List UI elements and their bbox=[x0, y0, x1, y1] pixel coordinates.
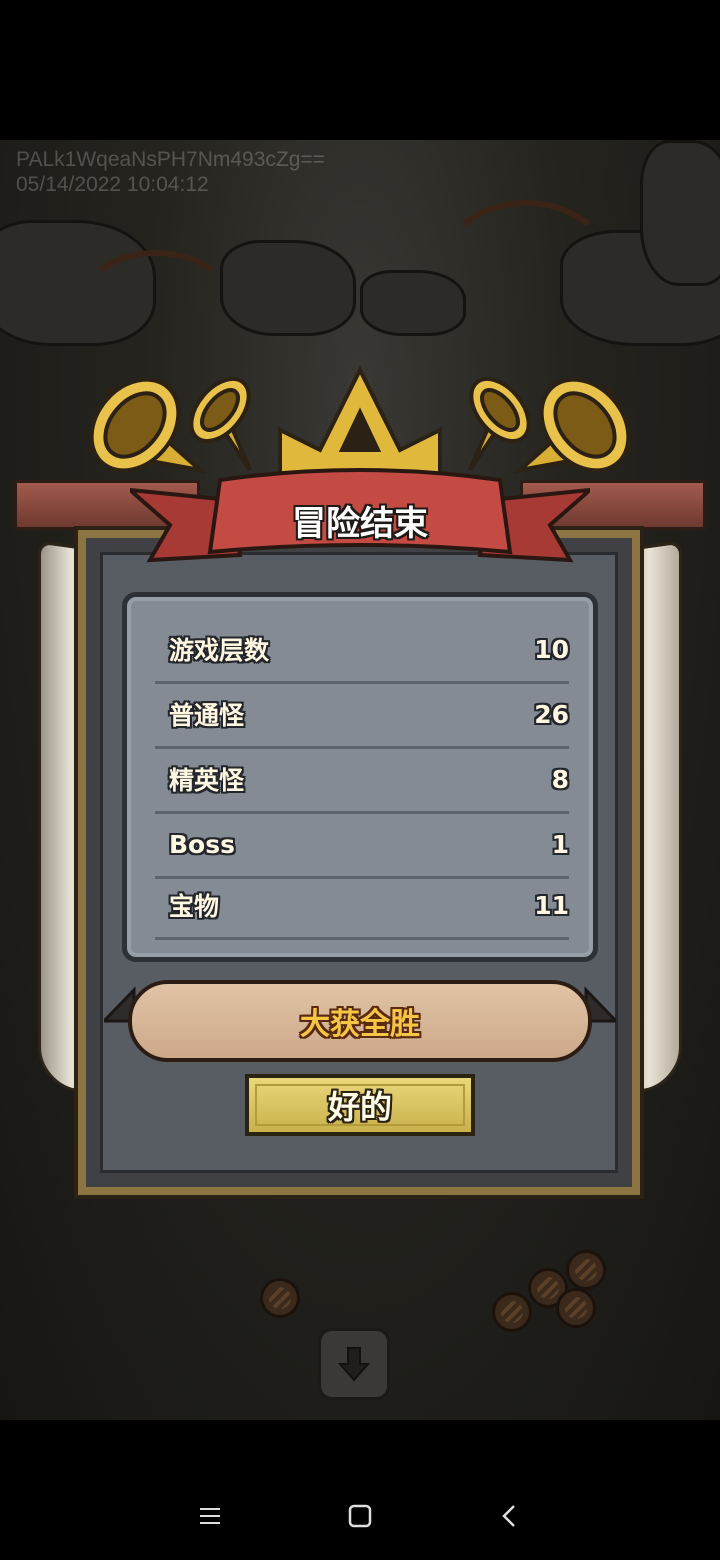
nav-back-button[interactable] bbox=[490, 1496, 530, 1536]
nav-home-button[interactable] bbox=[340, 1496, 380, 1536]
stat-value: 8 bbox=[551, 764, 569, 794]
background-root bbox=[80, 250, 232, 352]
chevron-left-icon bbox=[502, 1505, 515, 1527]
stat-label: 游戏层数 bbox=[169, 636, 270, 665]
coin-icon bbox=[260, 1278, 300, 1318]
background-root bbox=[440, 200, 612, 332]
coin-icon bbox=[492, 1292, 532, 1332]
stat-row-floors: 游戏层数 10 bbox=[155, 617, 569, 684]
stat-label: 宝物 bbox=[169, 892, 220, 921]
stat-row-elite-monsters: 精英怪 8 bbox=[155, 747, 569, 814]
stat-value: 10 bbox=[534, 634, 569, 664]
menu-icon bbox=[200, 1508, 220, 1524]
banner-body: 大获全胜 bbox=[128, 980, 592, 1062]
dialog-title: 冒险结束 bbox=[292, 504, 428, 544]
background-rock bbox=[640, 140, 720, 286]
ok-button-label: 好的 bbox=[327, 1088, 392, 1126]
watermark-id: PALk1WqeaNsPH7Nm493cZg== bbox=[16, 148, 325, 171]
background-rock bbox=[220, 240, 356, 336]
result-text: 大获全胜 bbox=[300, 1007, 420, 1042]
scroll-down-button[interactable] bbox=[318, 1328, 390, 1400]
system-navigation-bar bbox=[0, 1470, 720, 1560]
stat-value: 11 bbox=[534, 890, 569, 920]
stat-value: 1 bbox=[551, 829, 569, 859]
watermark-timestamp: 05/14/2022 10:04:12 bbox=[16, 173, 209, 196]
stat-label: 普通怪 bbox=[169, 701, 245, 730]
square-icon bbox=[348, 1504, 372, 1528]
title-ribbon: 冒险结束 bbox=[130, 460, 590, 580]
stat-row-treasure: 宝物 11 bbox=[155, 873, 569, 940]
stat-label: Boss bbox=[169, 829, 235, 859]
coin-icon bbox=[566, 1250, 606, 1290]
stat-row-boss: Boss 1 bbox=[155, 812, 569, 879]
coin-icon bbox=[556, 1288, 596, 1328]
nav-menu-button[interactable] bbox=[190, 1496, 230, 1536]
adventure-end-dialog: 冒险结束 游戏层数 10 普通怪 26 精英怪 8 Boss 1 宝物 11 大… bbox=[0, 340, 720, 1220]
stat-label: 精英怪 bbox=[169, 766, 245, 795]
arrow-down-icon bbox=[337, 1347, 371, 1382]
stats-panel: 游戏层数 10 普通怪 26 精英怪 8 Boss 1 宝物 11 bbox=[122, 592, 598, 962]
stat-row-normal-monsters: 普通怪 26 bbox=[155, 682, 569, 749]
result-banner: 大获全胜 bbox=[104, 980, 616, 1062]
stat-value: 26 bbox=[534, 699, 569, 729]
ok-button[interactable]: 好的 bbox=[245, 1074, 475, 1136]
game-screen: PALk1WqeaNsPH7Nm493cZg== 05/14/2022 10:0… bbox=[0, 0, 720, 1560]
